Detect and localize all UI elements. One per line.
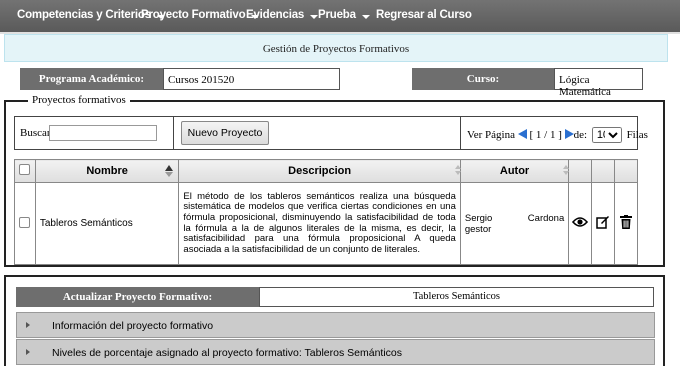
edit-icon[interactable]: [596, 215, 610, 229]
autor-name: Sergio Cardona: [465, 213, 564, 224]
projects-table: Nombre Descripcion Autor Tableros Semánt…: [14, 159, 638, 265]
row-checkbox[interactable]: [19, 216, 31, 228]
nav-regresar-curso[interactable]: Regresar al Curso: [376, 9, 472, 21]
caret-right-icon: [26, 322, 30, 328]
nav-evidencias[interactable]: Evidencias: [246, 9, 319, 21]
search-input[interactable]: [49, 125, 157, 141]
programa-label: Programa Académico:: [20, 68, 163, 90]
toolbar-divider: [460, 117, 461, 149]
column-view: [568, 159, 593, 183]
table-header-row: Nombre Descripcion Autor: [14, 159, 638, 183]
toolbar-divider: [173, 117, 174, 149]
accordion-niveles-porcentaje[interactable]: Niveles de porcentaje asignado al proyec…: [16, 339, 655, 365]
nav-label: Competencias y Criterios: [17, 9, 151, 21]
column-label: Nombre: [86, 165, 128, 177]
autor-last: Cardona: [527, 212, 565, 224]
arrow-right-icon[interactable]: [564, 129, 574, 139]
column-descripcion[interactable]: Descripcion: [178, 159, 461, 183]
rows-label: Filas: [626, 129, 648, 141]
column-edit: [591, 159, 616, 183]
projects-legend: Proyectos formativos: [28, 94, 130, 106]
column-label: Descripcion: [288, 165, 352, 177]
row-select-cell: [14, 182, 36, 265]
sort-desc-icon: [165, 172, 174, 177]
update-value: Tableros Semánticos: [259, 287, 654, 307]
nav-label: Prueba: [318, 9, 356, 21]
rows-per-page-select[interactable]: 10: [591, 127, 622, 143]
accordion-info-proyecto[interactable]: Información del proyecto formativo: [16, 312, 655, 338]
nav-label: Evidencias: [246, 9, 305, 21]
page-indicator: [ 1 / 1 ]: [529, 129, 562, 141]
page-banner: Gestión de Proyectos Formativos: [4, 34, 668, 62]
chevron-down-icon: [310, 15, 319, 19]
trash-icon[interactable]: [620, 215, 633, 229]
column-delete: [614, 159, 638, 183]
de-label: de:: [573, 129, 588, 141]
row-autor: Sergio Cardona gestor: [459, 182, 570, 265]
curso-value: Lógica Matemática: [554, 68, 643, 98]
page-title: Gestión de Proyectos Formativos: [262, 43, 410, 55]
eye-icon[interactable]: [572, 216, 589, 228]
caret-right-icon: [26, 349, 30, 355]
nav-label: Proyecto Formativo: [141, 9, 246, 21]
select-all-checkbox[interactable]: [19, 164, 31, 175]
new-project-button[interactable]: Nuevo Proyecto: [181, 121, 269, 145]
row-descripcion: El método de los tableros semánticos rea…: [178, 182, 461, 265]
autor-role: gestor: [464, 223, 492, 235]
curso-label: Curso:: [412, 68, 554, 90]
chevron-down-icon: [361, 15, 370, 19]
nav-proyecto-formativo[interactable]: Proyecto Formativo: [141, 9, 260, 21]
page-label: Ver Página: [467, 129, 515, 141]
sort-asc-icon: [165, 165, 174, 171]
autor-first: Sergio: [464, 212, 493, 224]
update-label: Actualizar Proyecto Formativo:: [16, 287, 259, 307]
delete-action-cell: [614, 182, 638, 265]
accordion-label: Niveles de porcentaje asignado al proyec…: [52, 347, 402, 359]
accordion-label: Información del proyecto formativo: [52, 320, 214, 332]
nav-label: Regresar al Curso: [376, 9, 472, 21]
top-nav: Competencias y Criterios Proyecto Format…: [0, 0, 680, 34]
pager: Ver Página [ 1 / 1 ] de: 10 Filas: [467, 127, 648, 143]
column-autor[interactable]: Autor: [459, 159, 570, 183]
edit-action-cell: [591, 182, 616, 265]
select-all-header: [14, 159, 36, 183]
row-nombre: Tableros Semánticos: [34, 182, 180, 265]
projects-toolbar: Buscar: Nuevo Proyecto Ver Página [ 1 / …: [14, 116, 648, 150]
view-action-cell: [568, 182, 593, 265]
arrow-left-icon[interactable]: [517, 129, 527, 139]
table-row: Tableros Semánticos El método de los tab…: [14, 182, 638, 265]
nav-prueba[interactable]: Prueba: [318, 9, 370, 21]
programa-value: Cursos 201520: [163, 68, 340, 90]
column-nombre[interactable]: Nombre: [34, 159, 180, 183]
column-label: Autor: [499, 165, 530, 177]
